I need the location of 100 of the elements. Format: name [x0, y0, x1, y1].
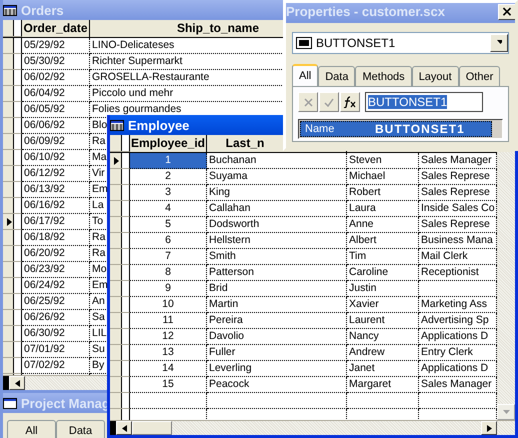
record-selector[interactable]	[110, 297, 130, 313]
table-cell: Callahan	[207, 201, 347, 217]
table-cell: 06/16/92	[22, 198, 90, 214]
table-cell: Robert	[347, 185, 419, 201]
table-cell: 06/13/92	[22, 182, 90, 198]
record-selector[interactable]	[3, 230, 22, 246]
record-selector[interactable]	[3, 102, 22, 118]
horizontal-scrollbar[interactable]	[3, 375, 107, 390]
table-cell: Steven	[347, 153, 419, 169]
record-selector[interactable]	[110, 185, 130, 201]
window-title: Properties - customer.scx	[286, 4, 445, 19]
table-cell: Tim	[347, 249, 419, 265]
split-handle[interactable]	[3, 376, 9, 390]
property-row[interactable]: Name BUTTONSET1	[300, 121, 492, 137]
record-selector[interactable]	[3, 294, 22, 310]
table-cell: 8	[130, 265, 207, 281]
record-selector[interactable]	[3, 38, 22, 54]
record-selector[interactable]	[110, 345, 130, 361]
table-cell: 06/17/92	[22, 214, 90, 230]
record-selector[interactable]	[110, 233, 130, 249]
table-cell: Martin	[207, 297, 347, 313]
record-selector[interactable]	[3, 198, 22, 214]
table-cell: Anne	[347, 217, 419, 233]
record-selector[interactable]	[110, 393, 130, 409]
project-icon	[3, 398, 17, 408]
record-selector[interactable]	[3, 326, 22, 342]
tab[interactable]: All	[292, 64, 318, 86]
cross-icon	[304, 98, 312, 106]
record-selector[interactable]	[110, 201, 130, 217]
table-cell: 05/29/92	[22, 38, 90, 54]
close-button[interactable]: ×	[498, 4, 515, 20]
column-header[interactable]: Employee_id	[130, 135, 207, 152]
scroll-left-button[interactable]	[9, 376, 25, 390]
table-cell: Laura	[347, 201, 419, 217]
table-cell: Dodsworth	[207, 217, 347, 233]
table-cell: 1	[130, 153, 207, 169]
horizontal-scrollbar[interactable]	[110, 420, 515, 435]
tab[interactable]: Data	[56, 420, 105, 438]
table-cell: Hellstern	[207, 233, 347, 249]
table-cell: 13	[130, 345, 207, 361]
function-button[interactable]	[340, 92, 360, 112]
split-handle[interactable]	[110, 421, 116, 435]
record-selector[interactable]	[3, 310, 22, 326]
table-cell: Peacock	[207, 377, 347, 393]
table-cell: 14	[130, 361, 207, 377]
property-name: Name	[304, 123, 336, 135]
arrow-down-icon	[496, 40, 502, 46]
table-cell: Fuller	[207, 345, 347, 361]
record-selector[interactable]	[110, 377, 130, 393]
vertical-scrollbar[interactable]	[497, 152, 515, 420]
tab[interactable]: Data	[318, 66, 356, 86]
table-cell: 06/12/92	[22, 166, 90, 182]
record-selector[interactable]	[3, 342, 22, 358]
scroll-thumb[interactable]	[132, 421, 172, 435]
object-dropdown[interactable]: BUTTONSET1	[292, 32, 509, 54]
record-selector[interactable]	[3, 358, 22, 374]
record-selector[interactable]	[110, 249, 130, 265]
table-icon	[3, 4, 17, 16]
table-cell	[347, 393, 419, 409]
table-cell: Smith	[207, 249, 347, 265]
column-header[interactable]: Last_n	[207, 135, 283, 152]
function-icon	[343, 96, 357, 108]
record-selector[interactable]	[3, 246, 22, 262]
column-header[interactable]: Order_date	[22, 20, 90, 37]
record-selector[interactable]	[3, 70, 22, 86]
record-selector[interactable]	[3, 278, 22, 294]
record-selector[interactable]	[110, 313, 130, 329]
table-cell: Laurent	[347, 313, 419, 329]
table-cell: 5	[130, 217, 207, 233]
record-selector[interactable]	[3, 150, 22, 166]
table-cell: 06/25/92	[22, 294, 90, 310]
record-selector[interactable]	[110, 169, 130, 185]
table-cell: Brid	[207, 281, 347, 297]
tab[interactable]: Other	[458, 66, 500, 86]
record-selector[interactable]	[3, 262, 22, 278]
table-cell: 06/20/92	[22, 246, 90, 262]
record-selector[interactable]	[110, 217, 130, 233]
record-selector[interactable]	[110, 281, 130, 297]
record-selector[interactable]	[110, 153, 130, 169]
tab[interactable]: Methods	[355, 66, 412, 86]
tab[interactable]: Layout	[412, 66, 459, 86]
record-selector[interactable]	[110, 329, 130, 345]
record-selector[interactable]	[3, 214, 22, 230]
tab[interactable]: All	[7, 420, 56, 438]
record-selector[interactable]	[3, 166, 22, 182]
record-selector[interactable]	[3, 118, 22, 134]
scroll-left-button[interactable]	[116, 421, 132, 435]
scroll-right-button[interactable]	[481, 421, 497, 435]
arrow-left-icon	[122, 424, 126, 432]
record-selector[interactable]	[3, 54, 22, 70]
table-icon	[110, 120, 124, 130]
record-selector[interactable]	[3, 182, 22, 198]
value-field[interactable]: BUTTONSET1	[365, 92, 483, 112]
table-cell: Justin	[347, 281, 419, 297]
record-selector[interactable]	[3, 134, 22, 150]
record-selector[interactable]	[3, 86, 22, 102]
dropdown-button[interactable]	[490, 34, 508, 52]
button-group-icon	[296, 37, 312, 49]
record-selector[interactable]	[110, 265, 130, 281]
record-selector[interactable]	[110, 361, 130, 377]
